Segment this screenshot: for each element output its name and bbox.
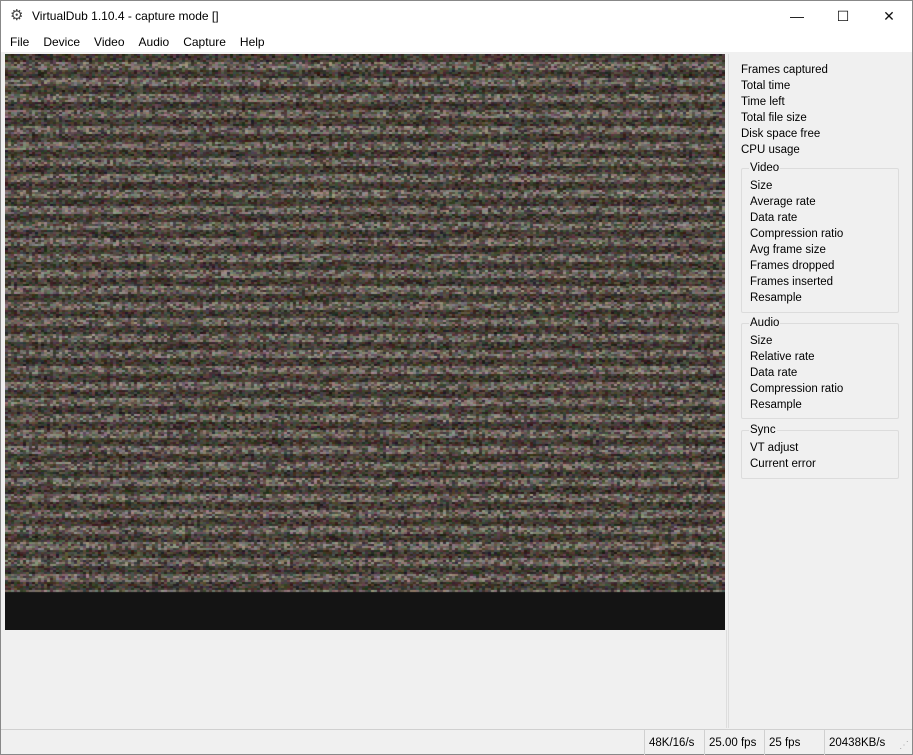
sync-group: Sync VT adjust Current error: [741, 430, 899, 479]
stat-total-file-size: Total file size: [741, 112, 807, 124]
stat-disk-space-free: Disk space free: [741, 128, 820, 140]
video-preview: [5, 54, 725, 630]
video-avg-frame-size: Avg frame size: [750, 244, 826, 256]
stat-time-left: Time left: [741, 96, 785, 108]
close-button[interactable]: ✕: [866, 1, 912, 31]
stat-total-time: Total time: [741, 80, 790, 92]
menu-audio[interactable]: Audio: [132, 35, 177, 49]
status-actual-fps: 25 fps: [764, 730, 824, 755]
menu-bar: File Device Video Audio Capture Help: [1, 31, 912, 52]
video-compression-ratio: Compression ratio: [750, 228, 843, 240]
app-gear-icon: ⚙: [10, 8, 26, 24]
audio-relative-rate: Relative rate: [750, 351, 815, 363]
menu-capture[interactable]: Capture: [176, 35, 233, 49]
menu-device[interactable]: Device: [36, 35, 87, 49]
menu-video[interactable]: Video: [87, 35, 131, 49]
video-frames-dropped: Frames dropped: [750, 260, 834, 272]
sync-vt-adjust: VT adjust: [750, 442, 798, 454]
video-resample: Resample: [750, 292, 802, 304]
menu-help[interactable]: Help: [233, 35, 272, 49]
video-group: Video Size Average rate Data rate Compre…: [741, 168, 899, 313]
preview-background: [5, 630, 727, 728]
maximize-button[interactable]: ☐: [820, 1, 866, 31]
audio-data-rate: Data rate: [750, 367, 797, 379]
status-audio-format: 48K/16/s: [644, 730, 704, 755]
video-frames-inserted: Frames inserted: [750, 276, 833, 288]
status-bar: 48K/16/s 25.00 fps 25 fps 20438KB/s ⋰: [1, 729, 912, 754]
capture-stats-panel: Frames captured Total time Time left Tot…: [728, 54, 912, 728]
resize-grip-icon[interactable]: ⋰: [886, 730, 912, 754]
video-average-rate: Average rate: [750, 196, 816, 208]
sync-current-error: Current error: [750, 458, 816, 470]
video-size: Size: [750, 180, 772, 192]
status-data-rate: 20438KB/s: [824, 730, 886, 755]
video-data-rate: Data rate: [750, 212, 797, 224]
stat-frames-captured: Frames captured: [741, 64, 828, 76]
window-title: VirtualDub 1.10.4 - capture mode []: [32, 9, 219, 23]
menu-file[interactable]: File: [3, 35, 36, 49]
audio-compression-ratio: Compression ratio: [750, 383, 843, 395]
audio-size: Size: [750, 335, 772, 347]
status-target-fps: 25.00 fps: [704, 730, 764, 755]
minimize-button[interactable]: —: [774, 1, 820, 31]
audio-group: Audio Size Relative rate Data rate Compr…: [741, 323, 899, 419]
video-group-title: Video: [749, 162, 780, 174]
stat-cpu-usage: CPU usage: [741, 144, 800, 156]
sync-group-title: Sync: [749, 424, 777, 436]
audio-resample: Resample: [750, 399, 802, 411]
title-bar: ⚙ VirtualDub 1.10.4 - capture mode [] — …: [1, 1, 912, 31]
audio-group-title: Audio: [749, 317, 780, 329]
